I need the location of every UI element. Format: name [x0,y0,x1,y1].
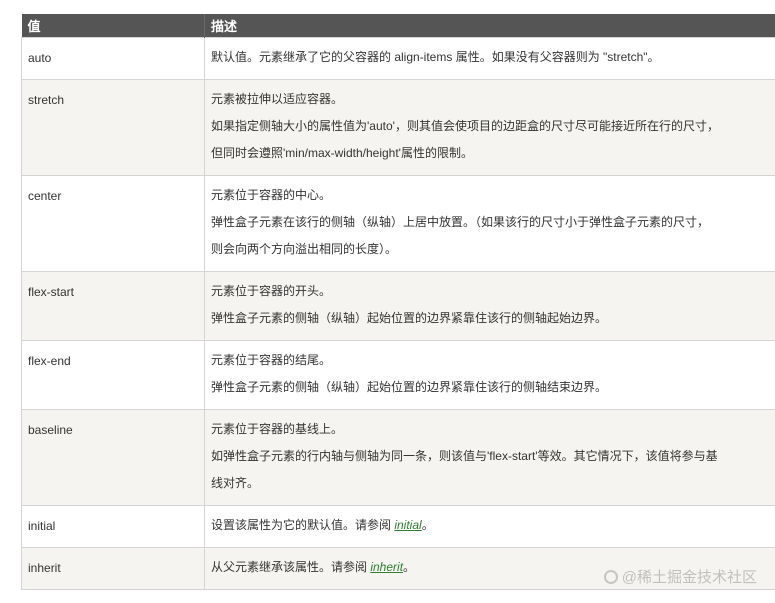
description-cell: 设置该属性为它的默认值。请参阅 initial。 [204,505,775,548]
value-cell: flex-start [21,271,205,341]
table-row: baseline 元素位于容器的基线上。 如弹性盒子元素的行内轴与侧轴为同一条，则该… [21,409,775,506]
value-cell: initial [21,505,205,548]
description-cell: 元素位于容器的中心。弹性盒子元素在该行的侧轴（纵轴）上居中放置。（如果该行的尺寸… [204,175,775,272]
description-line: 线对齐。 [211,476,260,490]
table-header-row: 值 描述 [21,14,775,38]
description-line: 默认值。元素继承了它的父容器的 align-items 属性。如果没有父容器则为… [211,50,660,64]
watermark-text: @稀土掘金技术社区 [621,569,757,586]
description-line: 弹性盒子元素的侧轴（纵轴）起始位置的边界紧靠住该行的侧轴结束边界。 [211,380,608,394]
value-cell: flex-end [21,340,205,410]
description-line: 如果指定侧轴大小的属性值为'auto'，则其值会使项目的边距盒的尺寸尽可能接近所… [211,119,719,133]
description-line: 元素位于容器的开头。 [211,284,332,298]
table-row: auto 默认值。元素继承了它的父容器的 align-items 属性。如果没有父… [21,37,775,80]
juejin-logo-icon [603,569,618,584]
description-line: 弹性盒子元素在该行的侧轴（纵轴）上居中放置。（如果该行的尺寸小于弹性盒子元素的尺… [211,215,710,229]
description-cell: 元素被拉伸以适应容器。如果指定侧轴大小的属性值为'auto'，则其值会使项目的边… [204,79,775,176]
table-row: stretch 元素被拉伸以适应容器。 如果指定侧轴大小的属性值为'auto'，则其… [21,79,775,176]
table-row: flex-start 元素位于容器的开头。 弹性盒子元素的侧轴（纵轴）起始位置的边界… [21,271,775,341]
reference-link-initial[interactable]: initial [394,518,421,532]
description-text: 设置该属性为它的默认值。请参阅 [211,518,395,532]
description-line: 弹性盒子元素的侧轴（纵轴）起始位置的边界紧靠住该行的侧轴起始边界。 [211,311,608,325]
description-cell: 元素位于容器的结尾。弹性盒子元素的侧轴（纵轴）起始位置的边界紧靠住该行的侧轴结束… [204,340,775,410]
reference-link-inherit[interactable]: inherit [370,560,403,574]
value-cell: center [21,175,205,272]
description-line: 则会向两个方向溢出相同的长度）。 [211,242,398,256]
description-line: 元素位于容器的中心。 [211,188,332,202]
description-cell: 元素位于容器的基线上。如弹性盒子元素的行内轴与侧轴为同一条，则该值与'flex-… [204,409,775,506]
table-row: center 元素位于容器的中心。 弹性盒子元素在该行的侧轴（纵轴）上居中放置。（如… [21,175,775,272]
value-cell: auto [21,37,205,80]
description-line: 元素位于容器的结尾。 [211,353,332,367]
description-suffix: 。 [403,560,416,574]
description-cell: 元素位于容器的开头。弹性盒子元素的侧轴（纵轴）起始位置的边界紧靠住该行的侧轴起始… [204,271,775,341]
value-cell: stretch [21,79,205,176]
table-row: initial 设置该属性为它的默认值。请参阅 initial。 [21,505,775,548]
watermark: @稀土掘金技术社区 [603,566,757,587]
value-cell: baseline [21,409,205,506]
header-value: 值 [21,14,205,38]
description-line: 但同时会遵照'min/max-width/height'属性的限制。 [211,146,473,160]
property-values-table: 值 描述 auto 默认值。元素继承了它的父容器的 align-items 属性。… [21,14,775,590]
description-text: 从父元素继承该属性。请参阅 [211,560,371,574]
description-line: 元素位于容器的基线上。 [211,422,344,436]
description-cell: 默认值。元素继承了它的父容器的 align-items 属性。如果没有父容器则为… [204,37,775,80]
value-cell: inherit [21,547,205,590]
description-line: 如弹性盒子元素的行内轴与侧轴为同一条，则该值与'flex-start'等效。其它… [211,449,718,463]
description-suffix: 。 [421,518,434,532]
table-row: flex-end 元素位于容器的结尾。 弹性盒子元素的侧轴（纵轴）起始位置的边界紧靠… [21,340,775,410]
description-line: 元素被拉伸以适应容器。 [211,92,344,106]
header-description: 描述 [204,14,775,38]
